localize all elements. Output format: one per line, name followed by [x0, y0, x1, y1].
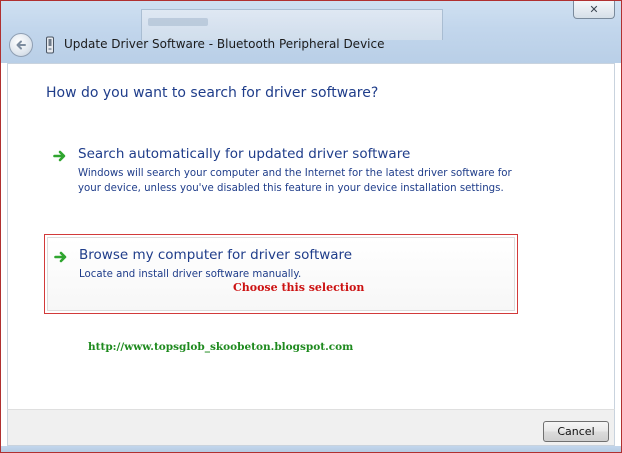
close-icon: ✕: [589, 3, 599, 16]
background-window-strip: [148, 18, 208, 26]
choose-this-annotation: Choose this selection: [233, 281, 365, 294]
background-window: [141, 9, 443, 40]
option-description: Windows will search your computer and th…: [78, 168, 512, 194]
browse-computer-option[interactable]: Browse my computer for driver software L…: [44, 234, 518, 314]
update-driver-dialog: ✕ Update Driver Software - Bluetooth Per…: [0, 0, 622, 453]
option-title: Browse my computer for driver software: [79, 247, 353, 263]
green-arrow-icon: [53, 150, 66, 162]
window-frame-bottom: [1, 446, 621, 452]
title-bar: ✕ Update Driver Software - Bluetooth Per…: [1, 1, 621, 63]
dialog-footer: Cancel: [7, 409, 615, 446]
back-button[interactable]: [9, 33, 33, 57]
dialog-content: How do you want to search for driver sof…: [7, 63, 615, 409]
search-automatically-option[interactable]: Search automatically for updated driver …: [44, 142, 518, 214]
cancel-button[interactable]: Cancel: [543, 421, 609, 442]
page-heading: How do you want to search for driver sof…: [46, 85, 379, 101]
option-title: Search automatically for updated driver …: [78, 146, 411, 162]
bluetooth-device-icon: [46, 36, 54, 54]
watermark-url: http://www.topsglob_skoobeton.blogspot.c…: [88, 341, 354, 353]
option-description: Locate and install driver software manua…: [79, 269, 302, 280]
back-arrow-icon: [16, 40, 26, 50]
window-title: Update Driver Software - Bluetooth Perip…: [64, 37, 385, 51]
close-button[interactable]: ✕: [573, 1, 615, 19]
green-arrow-icon: [54, 251, 67, 263]
